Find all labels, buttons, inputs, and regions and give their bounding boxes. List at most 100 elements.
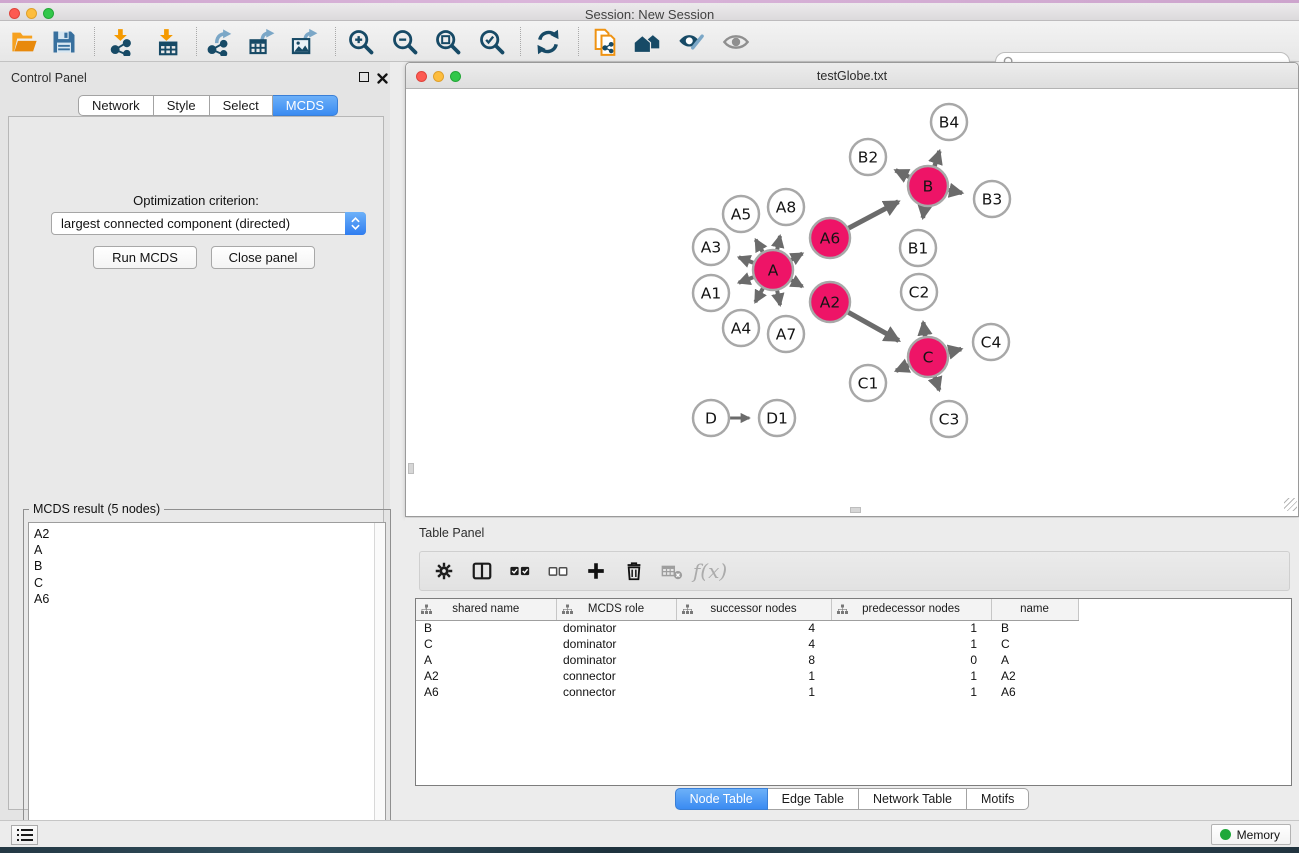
pane-collapse-handle[interactable]	[850, 507, 861, 513]
close-panel-icon[interactable]	[377, 71, 388, 82]
table-cell[interactable]: B	[991, 620, 1078, 636]
mcds-result-item[interactable]: A	[34, 542, 385, 558]
column-header-successor-nodes[interactable]: successor nodes	[676, 599, 831, 620]
table-cell[interactable]: 4	[676, 636, 831, 652]
tab-select[interactable]: Select	[210, 95, 273, 116]
pane-collapse-handle[interactable]	[408, 463, 414, 474]
tab-edge-table[interactable]: Edge Table	[768, 788, 859, 810]
float-panel-icon[interactable]	[359, 72, 369, 82]
select-all-button[interactable]	[508, 559, 532, 583]
table-cell[interactable]: dominator	[556, 652, 676, 668]
criterion-select[interactable]: largest connected component (directed)	[51, 212, 366, 235]
zoom-in-button[interactable]	[345, 26, 377, 58]
tab-network[interactable]: Network	[78, 95, 154, 116]
table-cell[interactable]: 1	[676, 668, 831, 684]
graph-edge[interactable]	[755, 288, 763, 302]
graph-edge[interactable]	[791, 253, 802, 259]
table-cell[interactable]: 1	[831, 684, 991, 700]
save-session-button[interactable]	[48, 26, 80, 58]
export-image-button[interactable]	[288, 26, 320, 58]
mcds-result-item[interactable]: A6	[34, 591, 385, 607]
run-mcds-button[interactable]: Run MCDS	[93, 246, 197, 269]
zoom-out-button[interactable]	[389, 26, 421, 58]
table-cell[interactable]: dominator	[556, 636, 676, 652]
table-cell[interactable]: 8	[676, 652, 831, 668]
table-cell[interactable]: B	[416, 620, 556, 636]
graph-edge[interactable]	[739, 277, 754, 282]
copy-document-button[interactable]	[589, 26, 621, 58]
tab-style[interactable]: Style	[154, 95, 210, 116]
window-titlebar[interactable]: Session: New Session	[0, 3, 1299, 21]
table-row[interactable]: Cdominator41C	[416, 636, 1078, 652]
table-cell[interactable]: 0	[831, 652, 991, 668]
graph-edge[interactable]	[777, 291, 780, 305]
graph-edge[interactable]	[739, 257, 754, 262]
table-cell[interactable]: A2	[991, 668, 1078, 684]
tab-network-table[interactable]: Network Table	[859, 788, 967, 810]
column-header-shared-name[interactable]: shared name	[416, 599, 556, 620]
graph-edge[interactable]	[949, 190, 962, 193]
table-cell[interactable]: dominator	[556, 620, 676, 636]
graph-edge[interactable]	[935, 151, 940, 166]
table-cell[interactable]: A	[416, 652, 556, 668]
table-row[interactable]: A6connector11A6	[416, 684, 1078, 700]
graph-edge[interactable]	[923, 322, 925, 336]
column-header-predecessor-nodes[interactable]: predecessor nodes	[831, 599, 991, 620]
import-table-button[interactable]	[151, 26, 183, 58]
table-cell[interactable]: 1	[831, 668, 991, 684]
export-network-button[interactable]	[203, 26, 235, 58]
memory-button[interactable]: Memory	[1211, 824, 1291, 845]
table-cell[interactable]: 1	[831, 620, 991, 636]
column-header-name[interactable]: name	[991, 599, 1078, 620]
delete-table-button[interactable]	[660, 559, 684, 583]
graph-edge[interactable]	[896, 170, 910, 177]
mcds-result-item[interactable]: A2	[34, 526, 385, 542]
eye-edit-button[interactable]	[675, 26, 707, 58]
network-canvas[interactable]: B4B2BB3A8A5A6A3B1AC2A1A2A4A7C4CC1DD1C3	[407, 90, 1298, 513]
table-header-row[interactable]: shared name MCDS role successor nodes pr…	[416, 599, 1078, 620]
graph-edge[interactable]	[849, 202, 899, 228]
table-row[interactable]: A2connector11A2	[416, 668, 1078, 684]
table-cell[interactable]: 1	[831, 636, 991, 652]
close-panel-button[interactable]: Close panel	[211, 246, 315, 269]
graph-edge[interactable]	[791, 280, 802, 286]
graph-edge[interactable]	[777, 236, 780, 249]
refresh-layout-button[interactable]	[532, 26, 564, 58]
delete-column-button[interactable]	[622, 559, 646, 583]
table-settings-button[interactable]	[432, 559, 456, 583]
table-row[interactable]: Adominator80A	[416, 652, 1078, 668]
table-cell[interactable]: connector	[556, 684, 676, 700]
table-cell[interactable]: C	[416, 636, 556, 652]
add-column-button[interactable]	[584, 559, 608, 583]
tab-motifs[interactable]: Motifs	[967, 788, 1029, 810]
network-window-titlebar[interactable]: testGlobe.txt	[406, 63, 1298, 89]
table-cell[interactable]: connector	[556, 668, 676, 684]
mcds-result-item[interactable]: B	[34, 558, 385, 574]
resize-grip-icon[interactable]	[1284, 498, 1297, 511]
mcds-result-item[interactable]: C	[34, 575, 385, 591]
graph-edge[interactable]	[848, 312, 898, 340]
double-home-button[interactable]	[631, 26, 663, 58]
table-cell[interactable]: A2	[416, 668, 556, 684]
table-cell[interactable]: C	[991, 636, 1078, 652]
show-tasks-button[interactable]	[11, 825, 38, 845]
mcds-list-scrollbar[interactable]	[374, 523, 385, 849]
table-cell[interactable]: A	[991, 652, 1078, 668]
table-cell[interactable]: 4	[676, 620, 831, 636]
function-builder-button[interactable]: f(x)	[698, 559, 722, 583]
tab-mcds[interactable]: MCDS	[273, 95, 338, 116]
node-table[interactable]: shared name MCDS role successor nodes pr…	[415, 598, 1292, 786]
table-cell[interactable]: A6	[416, 684, 556, 700]
eye-button[interactable]	[720, 26, 752, 58]
show-columns-button[interactable]	[470, 559, 494, 583]
graph-edge[interactable]	[896, 365, 909, 371]
graph-edge[interactable]	[935, 377, 939, 390]
tab-node-table[interactable]: Node Table	[675, 788, 768, 810]
table-row[interactable]: Bdominator41B	[416, 620, 1078, 636]
zoom-selected-button[interactable]	[476, 26, 508, 58]
graph-edge[interactable]	[756, 240, 763, 252]
graph-edge[interactable]	[923, 207, 925, 218]
zoom-fit-button[interactable]	[432, 26, 464, 58]
import-network-button[interactable]	[105, 26, 137, 58]
column-header-mcds-role[interactable]: MCDS role	[556, 599, 676, 620]
